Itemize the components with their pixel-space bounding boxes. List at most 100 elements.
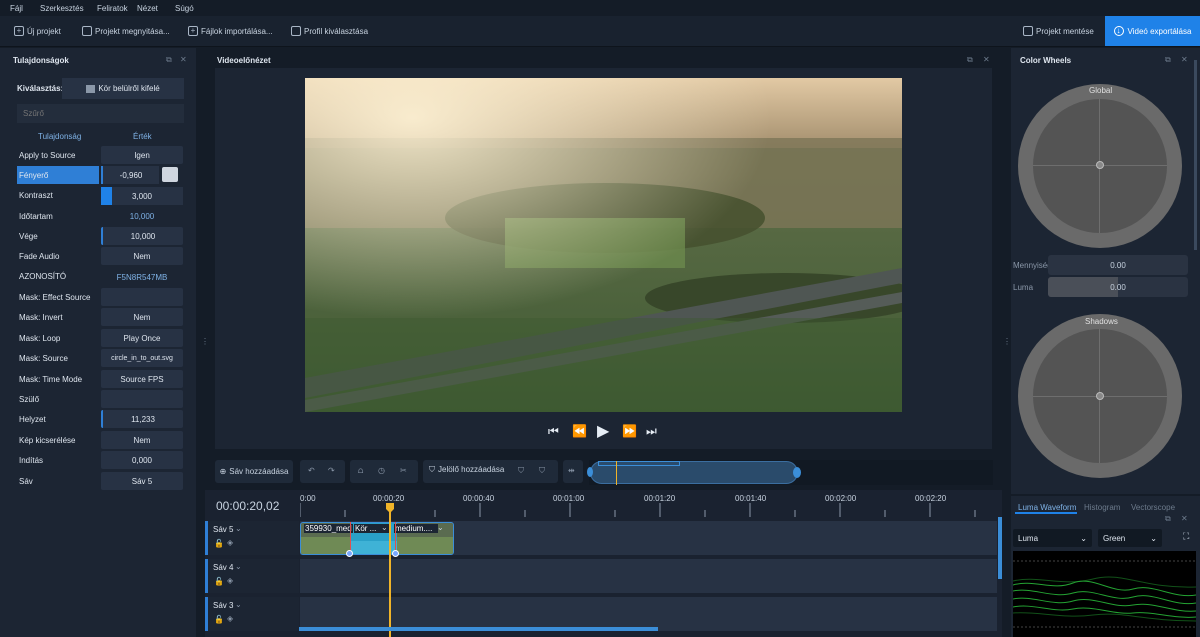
open-project-button[interactable]: Projekt megnyitása... <box>82 23 170 39</box>
track-lane[interactable] <box>300 559 997 593</box>
chevron-down-icon[interactable]: ⌄ <box>381 523 388 532</box>
menu-edit[interactable]: Szerkesztés <box>40 4 84 13</box>
tab-luma-waveform[interactable]: Luma Waveform <box>1018 503 1076 512</box>
property-value-mask-source[interactable]: circle_in_to_out.svg <box>101 349 183 367</box>
video-frame[interactable] <box>305 78 902 412</box>
tab-histogram[interactable]: Histogram <box>1084 503 1120 512</box>
fast-forward-icon[interactable]: ⏩ <box>622 424 637 438</box>
track-lane[interactable] <box>300 597 997 631</box>
add-track-button[interactable]: ⊕ Sáv hozzáadása <box>215 460 293 483</box>
chevron-down-icon[interactable]: ⌄ <box>235 562 242 571</box>
close-panel-icon[interactable]: ✕ <box>1181 514 1188 523</box>
property-value-parent[interactable] <box>101 390 183 408</box>
keyframe-point[interactable] <box>346 550 353 557</box>
property-value-start[interactable]: 0,000 <box>101 451 183 469</box>
zoom-handle-left[interactable] <box>587 467 593 477</box>
curve-icon[interactable] <box>162 167 178 182</box>
new-project-button[interactable]: + Új projekt <box>14 23 61 39</box>
color-wheels-scrollbar[interactable] <box>1194 60 1197 250</box>
rewind-icon[interactable]: ⏪ <box>572 424 587 438</box>
menu-file[interactable]: Fájl <box>10 4 23 13</box>
next-marker-icon[interactable]: ⛉ <box>539 466 545 476</box>
skip-to-end-icon[interactable]: ⏭ <box>646 424 657 439</box>
add-marker-button[interactable]: ⛉ Jelölő hozzáadása <box>429 465 504 475</box>
chevron-down-icon[interactable]: ⌄ <box>235 600 242 609</box>
skip-to-start-icon[interactable]: ⏮ <box>548 424 559 439</box>
property-value-replace-image[interactable]: Nem <box>101 431 183 449</box>
keyframe-icon[interactable]: ◈ <box>227 614 233 623</box>
property-label: Időtartam <box>19 212 53 221</box>
chevron-down-icon: ⌄ <box>1150 533 1157 543</box>
column-header-value: Érték <box>133 132 152 141</box>
keyframe-icon[interactable]: ◈ <box>227 538 233 547</box>
color-select[interactable]: Green ⌄ <box>1098 529 1162 547</box>
menu-subtitles[interactable]: Feliratok <box>97 4 128 13</box>
splitter-handle[interactable]: ⋮ <box>1003 337 1011 346</box>
float-panel-icon[interactable]: ⧉ <box>1165 55 1171 65</box>
property-value-fade-audio[interactable]: Nem <box>101 247 183 265</box>
property-label: AZONOSÍTÓ <box>19 272 67 281</box>
lock-icon[interactable]: 🔓 <box>214 615 224 624</box>
property-value-mask-invert[interactable]: Nem <box>101 308 183 326</box>
play-icon[interactable]: ▶ <box>597 421 609 441</box>
save-project-button[interactable]: Projekt mentése <box>1023 23 1094 39</box>
import-files-button[interactable]: + Fájlok importálása... <box>188 23 273 39</box>
close-panel-icon[interactable]: ✕ <box>983 55 990 64</box>
property-value-track[interactable]: Sáv 5 <box>101 472 183 490</box>
shadows-wheel-label: Shadows <box>1085 317 1118 326</box>
track-header[interactable]: Sáv 4 ⌄ 🔓 ◈ <box>205 559 299 593</box>
ruler-label: 0:00 <box>300 494 316 503</box>
float-panel-icon[interactable]: ⧉ <box>166 55 172 65</box>
close-panel-icon[interactable]: ✕ <box>1181 55 1188 64</box>
track-header[interactable]: Sáv 3 ⌄ 🔓 ◈ <box>205 597 299 631</box>
previous-marker-icon[interactable]: ⛉ <box>518 466 524 476</box>
property-value-brightness[interactable]: -0,960 <box>101 166 159 184</box>
timeline-horizontal-scrollbar[interactable] <box>299 627 658 631</box>
float-panel-icon[interactable]: ⧉ <box>1165 514 1171 524</box>
property-value-mask-time-mode[interactable]: Source FPS <box>101 370 183 388</box>
float-panel-icon[interactable]: ⧉ <box>967 55 973 65</box>
track-header[interactable]: Sáv 5 ⌄ 🔓 ◈ <box>205 521 299 555</box>
property-value-apply-source[interactable]: Igen <box>101 146 183 164</box>
menu-help[interactable]: Súgó <box>175 4 194 13</box>
filter-input[interactable] <box>17 104 184 123</box>
property-label: Mask: Time Mode <box>19 375 83 384</box>
redo-icon[interactable]: ↷ <box>328 466 335 475</box>
lock-icon[interactable]: 🔓 <box>214 577 224 586</box>
property-value-end[interactable]: 10,000 <box>101 227 183 245</box>
undo-icon[interactable]: ↶ <box>308 466 315 475</box>
center-playhead-button[interactable]: ⇹ <box>563 460 583 483</box>
wheel-picker-handle[interactable] <box>1096 392 1104 400</box>
splitter-handle[interactable]: ⋮ <box>201 337 209 346</box>
property-value-mask-effect-source[interactable] <box>101 288 183 306</box>
timeline-vertical-scrollbar[interactable] <box>998 517 1002 579</box>
razor-icon[interactable]: ✂ <box>400 466 407 475</box>
chevron-down-icon[interactable]: ⌄ <box>437 523 444 532</box>
property-value-mask-loop[interactable]: Play Once <box>101 329 183 347</box>
keyframe-point[interactable] <box>392 550 399 557</box>
clip-label: 359930_med <box>304 524 353 533</box>
zoom-handle-right[interactable] <box>793 467 801 478</box>
clip-thumbnail-icon <box>86 84 96 93</box>
timeline-ruler[interactable] <box>299 503 997 517</box>
timeline-tools-group: ⩍ ◷ ✂ <box>350 460 418 483</box>
selection-dropdown[interactable]: Kör belülről kifelé <box>62 78 184 99</box>
menu-view[interactable]: Nézet <box>137 4 158 13</box>
tab-vectorscope[interactable]: Vectorscope <box>1131 503 1175 512</box>
channel-select[interactable]: Luma ⌄ <box>1013 529 1092 547</box>
export-video-button[interactable]: ↓ Videó exportálása <box>1105 16 1200 46</box>
fullscreen-icon[interactable]: ⛶ <box>1183 531 1189 542</box>
property-value-position[interactable]: 11,233 <box>101 410 183 428</box>
clock-icon[interactable]: ◷ <box>378 466 385 475</box>
wheel-picker-handle[interactable] <box>1096 161 1104 169</box>
keyframe-icon[interactable]: ◈ <box>227 576 233 585</box>
magnet-icon[interactable]: ⩍ <box>358 466 363 476</box>
choose-profile-button[interactable]: Profil kiválasztása <box>291 23 368 39</box>
close-panel-icon[interactable]: ✕ <box>180 55 187 64</box>
amount-slider[interactable]: 0.00 <box>1048 255 1188 275</box>
chevron-down-icon[interactable]: ⌄ <box>235 524 242 533</box>
lock-icon[interactable]: 🔓 <box>214 539 224 548</box>
ruler-label: 00:01:00 <box>553 494 585 503</box>
video-frame-image <box>305 78 902 412</box>
property-label: Fade Audio <box>19 252 60 261</box>
